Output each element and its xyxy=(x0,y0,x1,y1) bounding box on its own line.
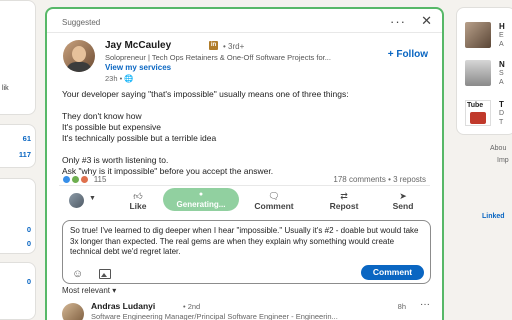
send-button[interactable]: ➤ Send xyxy=(388,191,418,211)
post-body: Your developer saying "that's impossible… xyxy=(62,89,432,177)
love-reaction-icon xyxy=(80,175,90,185)
close-icon[interactable]: ✕ xyxy=(421,13,432,29)
post-line xyxy=(62,144,432,155)
repost-icon: ⇄ xyxy=(340,191,348,201)
linkedin-badge-icon: in xyxy=(209,41,218,50)
divider xyxy=(59,185,430,186)
emoji-icon[interactable]: ☺ xyxy=(72,268,83,280)
send-icon: ➤ xyxy=(399,191,407,201)
recommendation-title[interactable]: T xyxy=(499,100,504,109)
reactions-summary[interactable]: 115 xyxy=(62,175,107,185)
stat-value[interactable]: 61 xyxy=(23,134,31,143)
connection-degree: • 3rd+ xyxy=(223,42,245,51)
recommendation-title[interactable]: N xyxy=(499,60,505,69)
submit-comment-button[interactable]: Comment xyxy=(361,265,424,280)
tube-logo-text: Tube xyxy=(467,102,484,109)
comment-icon: 🗨︎ xyxy=(268,191,280,201)
author-avatar[interactable] xyxy=(63,40,95,72)
author-name[interactable]: Jay McCauley xyxy=(105,40,171,51)
comment-label: Comment xyxy=(254,201,294,211)
footer-link-about[interactable]: Abou xyxy=(490,145,506,152)
recommendation-subtitle: T xyxy=(499,119,504,126)
recommendation-subtitle: A xyxy=(499,41,504,48)
commenter-degree: • 2nd xyxy=(183,302,201,311)
post-time: 23h • 🌐 xyxy=(105,74,134,83)
linkedin-footer-logo[interactable]: Linked xyxy=(482,213,505,220)
more-icon[interactable]: ··· xyxy=(390,14,406,29)
profile-snippet: lik xyxy=(2,85,9,92)
commenter-name[interactable]: Andras Ludanyi xyxy=(91,301,155,311)
profile-card: lik xyxy=(0,0,36,115)
stat-value[interactable]: 0 xyxy=(27,225,31,234)
chevron-down-icon[interactable]: ▼ xyxy=(89,195,96,202)
author-headline: Solopreneur | Tech Ops Retainers & One-O… xyxy=(105,53,331,62)
comment-button[interactable]: 🗨︎ Comment xyxy=(249,191,299,211)
post-line: Your developer saying "that's impossible… xyxy=(62,89,349,99)
like-button[interactable]: 👍︎ Like xyxy=(123,191,153,211)
comment-time: 8h xyxy=(397,302,406,311)
post-line: Only #3 is worth listening to. xyxy=(62,155,169,165)
post-line: They don't know how xyxy=(62,111,142,121)
recommendation-subtitle: A xyxy=(499,79,504,86)
view-services-link[interactable]: View my services xyxy=(105,63,171,72)
like-reaction-icon xyxy=(62,175,71,185)
generating-button[interactable]: ● Generating... xyxy=(163,188,239,211)
post-line: It's technically possible but a terrible… xyxy=(62,133,217,143)
avatar[interactable] xyxy=(465,22,491,48)
tube-logo[interactable]: Tube xyxy=(465,100,491,126)
stat-value[interactable]: 0 xyxy=(27,239,31,248)
sort-dropdown[interactable]: Most relevant ▾ xyxy=(62,286,116,295)
stats-card[interactable]: 61 117 xyxy=(0,124,36,168)
section-label: Suggested xyxy=(62,18,101,27)
generating-label: Generating... xyxy=(176,200,226,209)
sparkle-icon: ● xyxy=(198,191,204,198)
repost-button[interactable]: ⇄ Repost xyxy=(324,191,364,211)
recommendation-subtitle: D xyxy=(499,110,505,117)
recommendation-card: H E A N S A Tube T D T xyxy=(456,7,512,135)
send-label: Send xyxy=(392,201,414,211)
comment-input[interactable]: So true! I've learned to dig deeper when… xyxy=(70,226,425,258)
left-sidebar: lik 61 117 0 0 0 xyxy=(0,0,36,320)
like-icon: 👍︎ xyxy=(133,191,143,201)
feed-post-card: Suggested ··· ✕ Jay McCauley in • 3rd+ S… xyxy=(45,7,444,320)
stats-card[interactable]: 0 xyxy=(0,262,36,320)
right-sidebar: H E A N S A Tube T D T Abou Imp Linked xyxy=(455,0,512,320)
avatar[interactable] xyxy=(465,60,491,86)
post-line xyxy=(62,100,432,111)
comment-repost-stats[interactable]: 178 comments • 3 reposts xyxy=(333,175,426,184)
repost-label: Repost xyxy=(329,201,359,211)
comment-composer[interactable]: So true! I've learned to dig deeper when… xyxy=(62,220,431,284)
action-bar: ▼ 👍︎ Like ● Generating... 🗨︎ Comment ⇄ R… xyxy=(47,187,442,215)
tube-logo-mark xyxy=(470,112,486,124)
divider xyxy=(47,32,442,33)
follow-button[interactable]: + Follow xyxy=(388,49,428,60)
post-line: It's possible but expensive xyxy=(62,122,161,132)
image-icon[interactable] xyxy=(99,269,111,279)
stat-value[interactable]: 117 xyxy=(19,150,31,159)
recommendation-title[interactable]: H xyxy=(499,22,505,31)
reaction-count[interactable]: 115 xyxy=(94,175,107,184)
celebrate-reaction-icon xyxy=(71,175,81,185)
recommendation-subtitle: S xyxy=(499,70,504,77)
like-label: Like xyxy=(129,201,147,211)
footer-link[interactable]: Imp xyxy=(497,157,509,164)
more-icon[interactable]: ··· xyxy=(420,299,430,310)
commenter-headline: Software Engineering Manager/Principal S… xyxy=(91,312,338,320)
actor-avatar[interactable] xyxy=(69,193,84,208)
stats-card[interactable]: 0 0 xyxy=(0,178,36,254)
recommendation-subtitle: E xyxy=(499,32,504,39)
stat-value[interactable]: 0 xyxy=(27,277,31,286)
commenter-avatar[interactable] xyxy=(62,303,84,320)
